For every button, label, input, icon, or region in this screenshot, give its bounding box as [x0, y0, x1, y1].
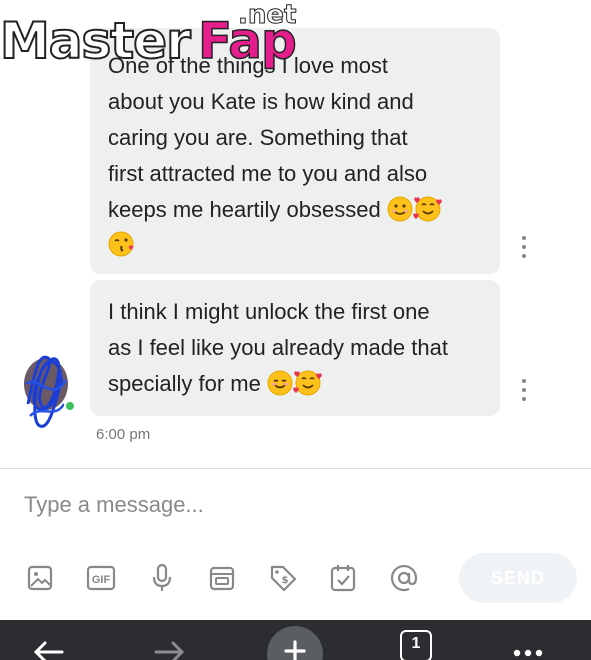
tab-switcher-button[interactable]: 1	[400, 620, 436, 660]
forward-arrow-icon[interactable]	[150, 620, 190, 660]
more-options-icon[interactable]	[508, 620, 548, 660]
at-sign-icon[interactable]	[384, 558, 424, 598]
back-arrow-icon[interactable]	[28, 620, 68, 660]
price-tag-icon[interactable]: $	[263, 558, 303, 598]
composer-divider	[0, 468, 591, 469]
sticker-icon[interactable]	[202, 558, 242, 598]
gif-icon-label: GIF	[92, 574, 111, 586]
calendar-icon[interactable]	[323, 558, 363, 598]
send-button[interactable]: SEND	[459, 553, 577, 603]
new-tab-plus-icon[interactable]	[266, 620, 326, 660]
smiling-face-with-hearts-emoji	[413, 196, 442, 222]
tab-count: 1	[411, 635, 421, 652]
microphone-icon[interactable]	[142, 558, 182, 598]
message-bubble[interactable]: I think I might unlock the first one as …	[90, 280, 500, 416]
svg-text:$: $	[282, 575, 289, 586]
watermark-master-text: Master	[0, 11, 192, 71]
avatar[interactable]	[22, 344, 78, 430]
message-options-button[interactable]	[519, 379, 529, 401]
gif-icon[interactable]: GIF	[81, 558, 121, 598]
message-timestamp: 6:00 pm	[96, 426, 151, 443]
smiling-face-emoji	[387, 196, 413, 222]
watermark-logo: Master Fap .net	[0, 0, 310, 80]
chat-screen: Master Fap .net One of the things I love…	[0, 0, 591, 660]
image-icon[interactable]	[20, 558, 60, 598]
watermark-net-text: .net	[237, 0, 297, 31]
smiling-face-with-hearts-emoji	[293, 370, 322, 396]
message-input[interactable]	[22, 484, 566, 526]
message-options-button[interactable]	[519, 236, 529, 258]
smiling-face-emoji	[267, 370, 293, 396]
online-status-indicator	[64, 400, 76, 412]
face-blowing-kiss-emoji	[108, 231, 134, 257]
browser-toolbar: 1	[0, 620, 591, 660]
